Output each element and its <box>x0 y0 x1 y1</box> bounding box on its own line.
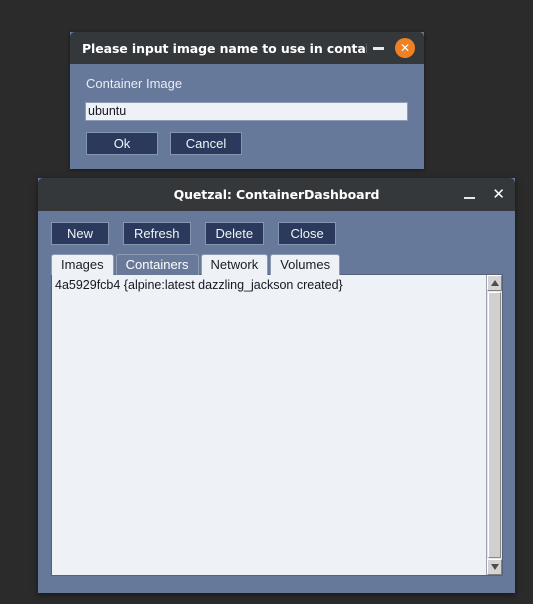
window-close-button[interactable]: ✕ <box>492 187 505 202</box>
scroll-up-arrow-icon <box>490 280 499 286</box>
list-item[interactable]: 4a5929fcb4 {alpine:latest dazzling_jacks… <box>55 278 484 293</box>
scroll-down-arrow-icon <box>490 564 499 570</box>
tab-images[interactable]: Images <box>51 254 114 275</box>
window-titlebar[interactable]: Quetzal: ContainerDashboard ✕ <box>38 178 515 211</box>
dialog-minimize-button[interactable] <box>367 37 389 59</box>
container-list-view: 4a5929fcb4 {alpine:latest dazzling_jacks… <box>51 274 503 576</box>
tab-bar: Images Containers Network Volumes <box>51 254 503 275</box>
container-image-input-wrap <box>85 100 412 121</box>
scroll-down-button[interactable] <box>487 559 502 575</box>
desktop-background: Please input image name to use in contai… <box>0 0 533 604</box>
container-image-label: Container Image <box>86 76 183 91</box>
dialog-title: Please input image name to use in contai… <box>82 40 367 56</box>
tab-containers[interactable]: Containers <box>115 254 199 275</box>
new-button[interactable]: New <box>51 222 109 245</box>
refresh-button[interactable]: Refresh <box>123 222 191 245</box>
window-title: Quetzal: ContainerDashboard <box>173 187 380 202</box>
toolbar: New Refresh Delete Close <box>51 222 503 245</box>
scrollbar-thumb[interactable] <box>488 292 501 558</box>
container-list-content[interactable]: 4a5929fcb4 {alpine:latest dazzling_jacks… <box>52 275 486 575</box>
dialog-titlebar[interactable]: Please input image name to use in contai… <box>70 32 424 64</box>
window-minimize-button[interactable] <box>463 189 475 201</box>
scrollbar-track[interactable] <box>487 291 502 559</box>
dialog-button-row: Ok Cancel <box>86 131 412 155</box>
window-controls: ✕ <box>463 178 505 211</box>
minimize-icon <box>463 196 475 199</box>
tab-volumes[interactable]: Volumes <box>270 254 341 275</box>
ok-button[interactable]: Ok <box>86 131 158 155</box>
vertical-scrollbar[interactable] <box>486 275 502 575</box>
window-body: New Refresh Delete Close Images Containe… <box>38 211 515 593</box>
minimize-icon <box>372 46 384 50</box>
container-image-input[interactable] <box>85 101 408 121</box>
container-dashboard-window: Quetzal: ContainerDashboard ✕ New Refres… <box>38 178 515 593</box>
cancel-button[interactable]: Cancel <box>170 131 242 155</box>
delete-button[interactable]: Delete <box>204 222 265 245</box>
dialog-close-button[interactable]: ✕ <box>395 38 415 58</box>
input-image-name-dialog: Please input image name to use in contai… <box>70 32 424 169</box>
scroll-up-button[interactable] <box>487 275 502 291</box>
dialog-body: Container Image Ok Cancel <box>70 64 424 169</box>
close-button[interactable]: Close <box>278 222 337 245</box>
tab-network[interactable]: Network <box>200 254 269 275</box>
